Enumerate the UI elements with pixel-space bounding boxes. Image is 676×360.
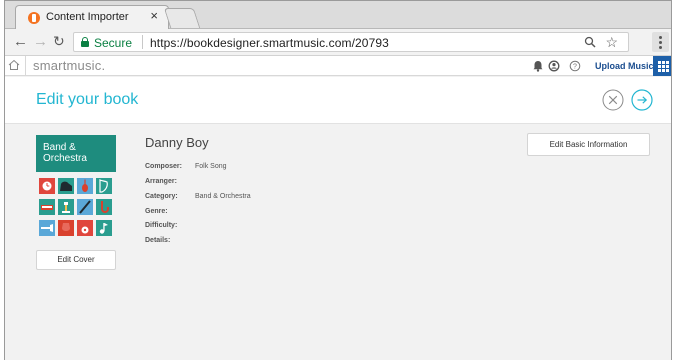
forward-arrow-icon[interactable]: → [33, 33, 48, 50]
trumpet-icon [39, 220, 55, 236]
detail-row-arranger: Arranger: [145, 178, 445, 190]
upload-music-link[interactable]: Upload Music [595, 61, 654, 71]
detail-value: Folk Song [195, 163, 227, 170]
url-text[interactable]: https://bookdesigner.smartmusic.com/2079… [150, 36, 389, 50]
svg-text:?: ? [573, 64, 577, 71]
apps-grid-icon[interactable] [653, 56, 671, 76]
guitar-icon [77, 220, 93, 236]
close-icon[interactable] [602, 89, 624, 111]
trumpet-player-icon [58, 199, 74, 215]
next-arrow-icon[interactable] [631, 89, 653, 111]
detail-row-composer: Composer: Folk Song [145, 163, 445, 175]
saxophone-icon [96, 199, 112, 215]
bookmark-star-icon[interactable]: ☆ [605, 34, 618, 50]
music-note-icon [96, 220, 112, 236]
clarinet-icon [77, 199, 93, 215]
browser-tab[interactable]: Content Importer × [15, 5, 169, 30]
lock-icon [81, 37, 89, 47]
app-header: smartmusic. ? Upload Music [5, 56, 671, 76]
edit-cover-button[interactable]: Edit Cover [36, 250, 116, 270]
cover-label: Band & Orchestra [43, 142, 87, 164]
clock-icon [39, 178, 55, 194]
detail-row-category: Category: Band & Orchestra [145, 193, 445, 205]
address-divider [142, 35, 143, 49]
cover-banner: Band & Orchestra [36, 135, 116, 172]
book-cover: Band & Orchestra [36, 135, 116, 243]
violin-icon [77, 178, 93, 194]
browser-window: Content Importer × ← → ↻ Secure https://… [4, 0, 672, 360]
keyboard-icon [39, 199, 55, 215]
detail-row-difficulty: Difficulty: [145, 222, 445, 234]
cover-instrument-grid [39, 178, 113, 241]
tab-strip: Content Importer × [5, 1, 671, 30]
zoom-icon[interactable] [584, 36, 596, 48]
book-title: Danny Boy [145, 135, 209, 150]
new-tab-button[interactable] [163, 8, 201, 28]
book-editor: Band & Orchestra Edit Cover Danny Boy Co… [5, 125, 671, 360]
detail-label: Arranger: [145, 178, 177, 185]
user-account-icon[interactable] [545, 56, 563, 76]
detail-label: Category: [145, 193, 178, 200]
back-arrow-icon[interactable]: ← [13, 33, 28, 50]
home-icon[interactable] [8, 59, 20, 71]
detail-label: Composer: [145, 163, 182, 170]
detail-value: Band & Orchestra [195, 193, 251, 200]
detail-row-details: Details: [145, 237, 445, 249]
browser-toolbar: ← → ↻ Secure https://bookdesigner.smartm… [5, 29, 671, 56]
reload-icon[interactable]: ↻ [53, 33, 65, 50]
tuba-icon [58, 220, 74, 236]
browser-menu-button[interactable] [652, 32, 669, 52]
detail-label: Genre: [145, 208, 168, 215]
tab-title: Content Importer [46, 11, 129, 23]
secure-label: Secure [94, 36, 133, 50]
tab-close-icon[interactable]: × [150, 9, 158, 23]
edit-basic-information-button[interactable]: Edit Basic Information [527, 133, 650, 156]
help-icon[interactable]: ? [566, 56, 584, 76]
address-bar[interactable]: Secure https://bookdesigner.smartmusic.c… [73, 32, 629, 52]
page-title-bar: Edit your book [5, 77, 671, 124]
piano-icon [58, 178, 74, 194]
header-divider [25, 56, 26, 76]
smartmusic-favicon-icon [28, 12, 40, 24]
detail-row-genre: Genre: [145, 208, 445, 220]
harp-icon [96, 178, 112, 194]
smartmusic-logo[interactable]: smartmusic. [33, 58, 105, 73]
detail-label: Difficulty: [145, 222, 178, 229]
page-title: Edit your book [36, 91, 139, 108]
detail-label: Details: [145, 237, 171, 244]
